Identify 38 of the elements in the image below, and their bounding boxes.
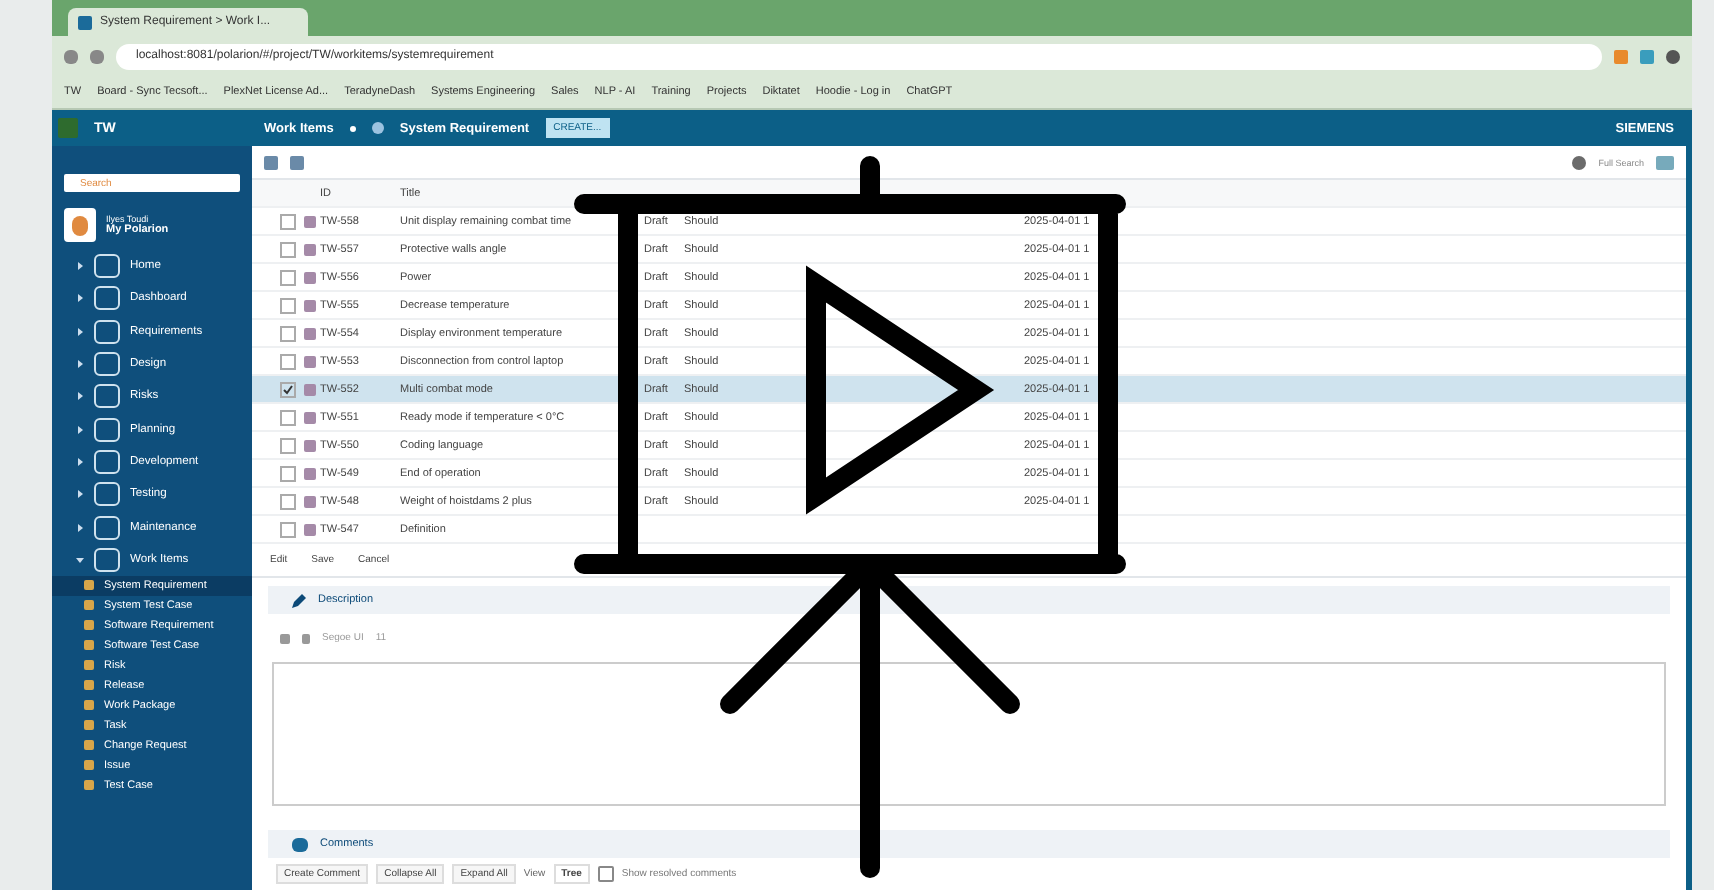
- row-checkbox[interactable]: [280, 437, 296, 453]
- requirement-icon: [304, 271, 316, 283]
- row-checkbox[interactable]: [280, 381, 296, 397]
- caret-right-icon: [76, 360, 84, 369]
- caret-right-icon: [76, 490, 84, 499]
- requirement-icon: [304, 467, 316, 479]
- caret-right-icon: [76, 523, 84, 532]
- requirement-icon: [304, 215, 316, 227]
- row-checkbox[interactable]: [280, 409, 296, 425]
- requirement-icon: [304, 411, 316, 423]
- row-checkbox[interactable]: [280, 465, 296, 481]
- requirement-icon: [304, 327, 316, 339]
- checkbox[interactable]: [597, 866, 614, 882]
- requirement-icon: [304, 523, 316, 535]
- caret-right-icon: [76, 457, 84, 466]
- row-checkbox[interactable]: [280, 269, 296, 285]
- requirement-icon: [304, 243, 316, 255]
- description-editor[interactable]: [272, 662, 1666, 806]
- requirement-icon: [304, 355, 316, 367]
- requirement-icon: [304, 299, 316, 311]
- requirement-icon: [304, 495, 316, 507]
- row-checkbox[interactable]: [280, 297, 296, 313]
- row-checkbox[interactable]: [280, 325, 296, 341]
- requirement-icon: [304, 383, 316, 395]
- requirement-icon: [304, 439, 316, 451]
- row-checkbox[interactable]: [280, 493, 296, 509]
- caret-right-icon: [76, 294, 84, 303]
- caret-right-icon: [76, 327, 84, 336]
- row-checkbox[interactable]: [280, 213, 296, 229]
- caret-down-icon: [76, 555, 84, 564]
- pencil-icon: [292, 593, 306, 607]
- caret-right-icon: [76, 262, 84, 271]
- caret-right-icon: [76, 392, 84, 401]
- row-checkbox[interactable]: [280, 353, 296, 369]
- avatar-icon: [64, 208, 96, 242]
- caret-right-icon: [76, 425, 84, 434]
- row-checkbox[interactable]: [280, 241, 296, 257]
- row-checkbox[interactable]: [280, 521, 296, 537]
